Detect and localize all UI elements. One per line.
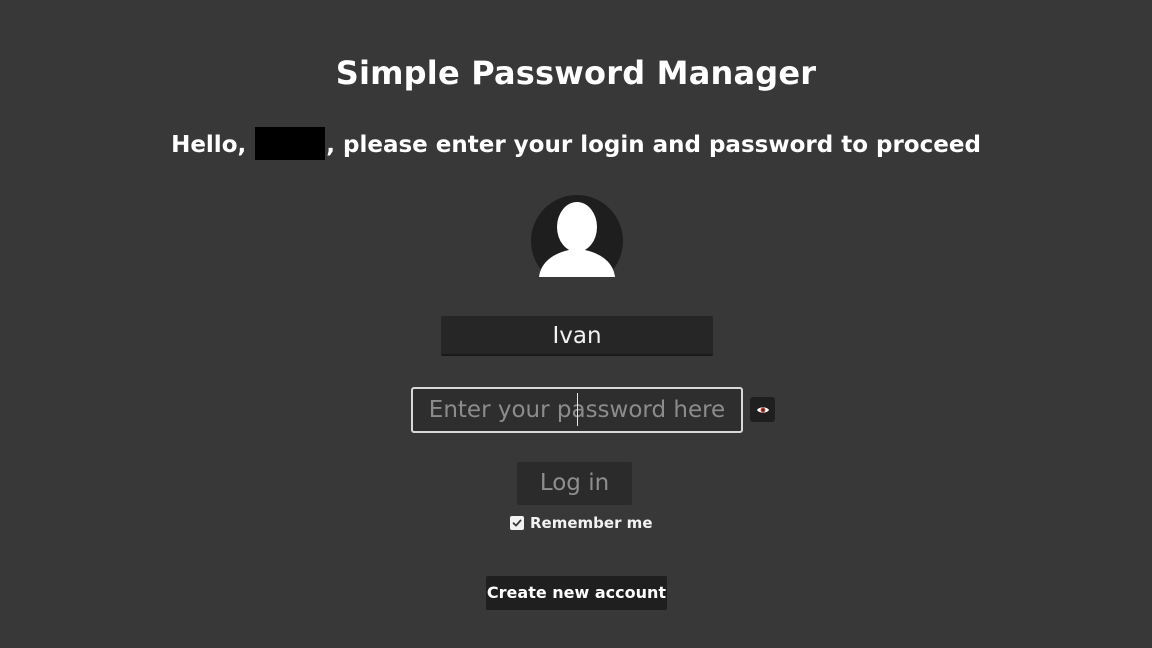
show-password-button[interactable] — [750, 397, 775, 422]
checkmark-icon — [512, 519, 522, 527]
app-title: Simple Password Manager — [335, 54, 817, 92]
remember-me-option[interactable]: Remember me — [510, 514, 653, 532]
greeting-suffix: , please enter your login and password t… — [326, 132, 981, 158]
greeting-prefix: Hello, — [171, 132, 247, 158]
remember-me-label: Remember me — [530, 514, 653, 532]
avatar — [531, 189, 623, 277]
user-silhouette-icon — [531, 195, 623, 277]
login-screen: Simple Password Manager Hello, , please … — [0, 0, 1152, 648]
redacted-name-block — [255, 127, 326, 160]
create-account-button[interactable]: Create new account — [486, 576, 667, 610]
remember-me-checkbox[interactable] — [510, 516, 524, 530]
greeting-text: Hello, , please enter your login and pas… — [0, 127, 1152, 160]
eye-icon — [756, 406, 769, 413]
login-button[interactable]: Log in — [517, 462, 632, 505]
text-caret — [577, 393, 578, 426]
username-display: Ivan — [441, 316, 713, 356]
